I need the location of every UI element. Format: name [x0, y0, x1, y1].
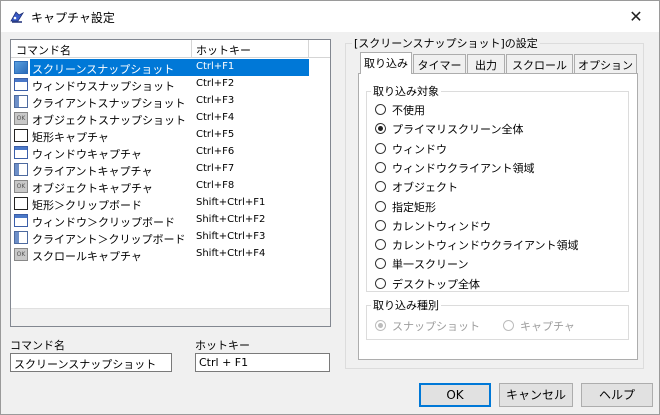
tab-capture[interactable]: 取り込み [360, 52, 412, 74]
command-name: スクロールキャプチャ [32, 250, 142, 263]
hotkey-field[interactable]: Ctrl + F1 [195, 353, 330, 372]
tab-timer[interactable]: タイマー [413, 54, 466, 73]
rectangle-icon [14, 197, 28, 210]
window-icon [14, 78, 28, 91]
radio-label: カレントウィンドウ [392, 219, 491, 233]
tab-output[interactable]: 出力 [467, 54, 505, 73]
command-name: ウィンドウ＞クリップボード [32, 216, 175, 229]
cancel-button[interactable]: キャンセル [499, 383, 573, 407]
column-divider[interactable] [191, 40, 192, 58]
tab-options[interactable]: オプション [574, 54, 637, 73]
client-icon [14, 95, 28, 108]
column-header-command[interactable]: コマンド名 [16, 42, 71, 58]
screen-icon [14, 61, 28, 74]
list-item[interactable]: クライアント＞クリップボード Shift+Ctrl+F3 [13, 229, 313, 246]
command-name: ウィンドウキャプチャ [32, 148, 142, 161]
title-bar: キャプチャ設定 ✕ [1, 1, 659, 32]
hotkey-label: ホットキー [195, 339, 250, 352]
list-header: コマンド名 ホットキー [11, 40, 330, 58]
radio-label: キャプチャ [520, 320, 575, 333]
radio-label: オブジェクト [392, 181, 458, 195]
rectangle-icon [14, 129, 28, 142]
list-item[interactable]: スクリーンスナップショット Ctrl+F1 [13, 59, 313, 76]
client-icon [14, 163, 28, 176]
tab-scroll[interactable]: スクロール [506, 54, 573, 73]
hotkey-value: Shift+Ctrl+F2 [196, 214, 266, 225]
capture-app-icon [10, 11, 25, 23]
hotkey-value: Ctrl+F6 [196, 146, 235, 157]
radio-label: カレントウィンドウクライアント領域 [392, 239, 579, 253]
command-name: オブジェクトキャプチャ [32, 182, 153, 195]
hotkey-value: Ctrl+F7 [196, 163, 235, 174]
radio-circle[interactable] [375, 161, 386, 173]
hotkey-value: Shift+Ctrl+F3 [196, 231, 266, 242]
radio-label: ウィンドウクライアント領域 [392, 161, 535, 175]
hotkey-value: Ctrl+F3 [196, 95, 235, 106]
window-icon [14, 214, 28, 227]
object-icon: OK [14, 180, 28, 193]
hotkey-value: Ctrl+F5 [196, 129, 235, 140]
list-item[interactable]: OK オブジェクトキャプチャ Ctrl+F8 [13, 178, 313, 195]
list-item[interactable]: OK スクロールキャプチャ Shift+Ctrl+F4 [13, 246, 313, 263]
radio-label: デスクトップ全体 [392, 277, 480, 291]
list-item[interactable]: 矩形＞クリップボード Shift+Ctrl+F1 [13, 195, 313, 212]
radio-label: 単一スクリーン [392, 258, 469, 272]
radio-circle[interactable] [375, 219, 386, 231]
column-header-hotkey[interactable]: ホットキー [196, 42, 251, 58]
command-list[interactable]: コマンド名 ホットキー スクリーンスナップショット Ctrl+F1 ウィンドウスナッ… [10, 39, 331, 327]
radio-circle [375, 320, 386, 331]
help-button[interactable]: ヘルプ [581, 383, 653, 407]
capture-type-legend: 取り込み種別 [371, 297, 441, 313]
window-title: キャプチャ設定 [31, 11, 115, 25]
list-item[interactable]: OK オブジェクトスナップショット Ctrl+F4 [13, 110, 313, 127]
close-icon[interactable]: ✕ [613, 1, 659, 32]
hotkey-value: Ctrl+F8 [196, 180, 235, 191]
radio-circle[interactable] [375, 104, 386, 115]
command-name: 矩形＞クリップボード [32, 199, 142, 212]
command-name: オブジェクトスナップショット [32, 114, 186, 127]
hotkey-value: Ctrl+F2 [196, 78, 235, 89]
hotkey-value: Shift+Ctrl+F1 [196, 197, 266, 208]
client-icon [14, 231, 28, 244]
command-name: クライアント＞クリップボード [32, 233, 186, 246]
capture-target-legend: 取り込み対象 [371, 83, 441, 99]
settings-group-legend: [スクリーンスナップショット]の設定 [352, 35, 540, 51]
object-icon: OK [14, 112, 28, 125]
hotkey-value: Ctrl+F4 [196, 112, 235, 123]
list-item[interactable]: 矩形キャプチャ Ctrl+F5 [13, 127, 313, 144]
radio-label: スナップショット [392, 320, 480, 333]
command-name-label: コマンド名 [10, 339, 65, 352]
capture-settings-dialog: キャプチャ設定 ✕ コマンド名 ホットキー スクリーンスナップショット Ctrl+… [0, 0, 660, 415]
radio-label: 不使用 [392, 104, 425, 117]
window-icon [14, 146, 28, 159]
radio-circle[interactable] [375, 200, 386, 212]
object-icon: OK [14, 248, 28, 261]
column-divider[interactable] [308, 40, 309, 58]
list-item[interactable]: クライアントキャプチャ Ctrl+F7 [13, 161, 313, 178]
list-item[interactable]: ウィンドウスナップショット Ctrl+F2 [13, 76, 313, 93]
hotkey-value: Ctrl+F1 [196, 61, 235, 72]
radio-label: ウィンドウ [392, 142, 447, 156]
radio-label: プライマリスクリーン全体 [392, 123, 524, 137]
list-item[interactable]: クライアントスナップショット Ctrl+F3 [13, 93, 313, 110]
ok-button[interactable]: OK [419, 383, 491, 407]
hotkey-value: Shift+Ctrl+F4 [196, 248, 266, 259]
radio-circle[interactable] [375, 142, 386, 154]
list-item[interactable]: ウィンドウ＞クリップボード Shift+Ctrl+F2 [13, 212, 313, 229]
tab-panel-capture: 取り込み対象 不使用プライマリスクリーン全体 ウィンドウウィンドウクライアント領域… [358, 73, 638, 360]
radio-circle[interactable] [375, 277, 386, 289]
command-name: 矩形キャプチャ [32, 131, 109, 144]
horizontal-scrollbar[interactable] [11, 308, 330, 326]
command-name: スクリーンスナップショット [32, 63, 175, 76]
radio-circle [503, 320, 514, 331]
radio-label: 指定矩形 [392, 200, 436, 214]
command-name: クライアントスナップショット [32, 97, 186, 110]
command-name-field[interactable]: スクリーンスナップショット [10, 353, 172, 372]
command-name: ウィンドウスナップショット [32, 80, 175, 93]
command-name: クライアントキャプチャ [32, 165, 153, 178]
list-item[interactable]: ウィンドウキャプチャ Ctrl+F6 [13, 144, 313, 161]
